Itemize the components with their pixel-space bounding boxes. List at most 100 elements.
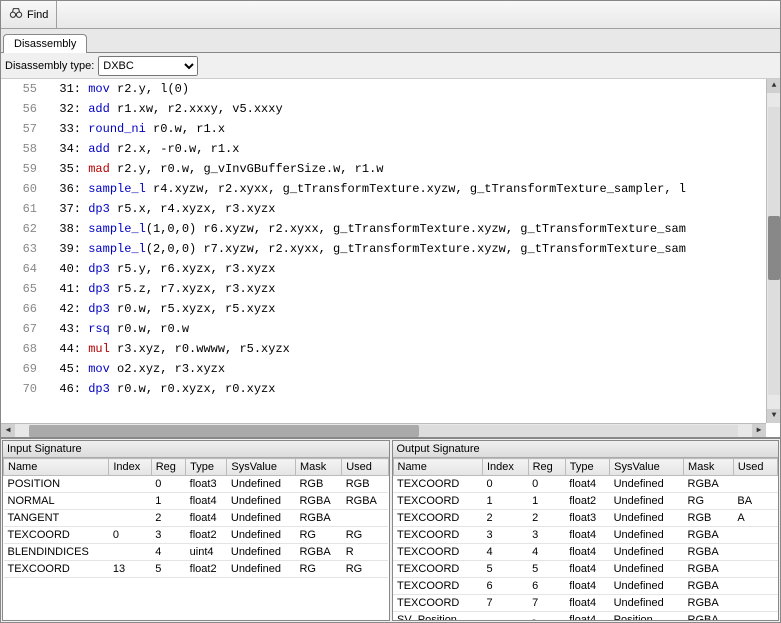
table-cell xyxy=(342,510,388,527)
scroll-down-icon[interactable]: ▼ xyxy=(767,409,780,423)
hscroll-thumb[interactable] xyxy=(29,425,419,437)
table-cell: float4 xyxy=(565,544,609,561)
column-header[interactable]: Mask xyxy=(295,459,341,476)
table-row[interactable]: TEXCOORD44float4UndefinedRGBA xyxy=(393,544,778,561)
column-header[interactable]: Reg xyxy=(151,459,185,476)
line-number: 59 xyxy=(1,159,45,179)
table-cell: RGBA xyxy=(684,527,734,544)
disassembly-type-select[interactable]: DXBC xyxy=(98,56,198,76)
table-cell xyxy=(109,544,151,561)
column-header[interactable]: SysValue xyxy=(610,459,684,476)
column-header[interactable]: Name xyxy=(393,459,482,476)
column-header[interactable]: Type xyxy=(186,459,227,476)
input-signature-table[interactable]: NameIndexRegTypeSysValueMaskUsedPOSITION… xyxy=(3,458,389,620)
code-text: 40: dp3 r5.y, r6.xyzx, r3.xyzx xyxy=(45,259,275,279)
line-number: 69 xyxy=(1,359,45,379)
vscroll-thumb[interactable] xyxy=(768,216,780,279)
code-line[interactable]: 56 32: add r1.xw, r2.xxxy, v5.xxxy xyxy=(1,99,766,119)
table-cell: RG xyxy=(295,561,341,578)
line-number: 60 xyxy=(1,179,45,199)
table-cell: TEXCOORD xyxy=(393,510,482,527)
table-row[interactable]: BLENDINDICES4uint4UndefinedRGBAR xyxy=(4,544,389,561)
code-line[interactable]: 59 35: mad r2.y, r0.w, g_vInvGBufferSize… xyxy=(1,159,766,179)
table-cell: 6 xyxy=(528,578,565,595)
table-cell: 2 xyxy=(528,510,565,527)
code-line[interactable]: 69 45: mov o2.xyz, r3.xyzx xyxy=(1,359,766,379)
horizontal-scrollbar[interactable]: ◀ ▶ xyxy=(1,423,766,437)
line-number: 63 xyxy=(1,239,45,259)
table-cell: Undefined xyxy=(610,544,684,561)
column-header[interactable]: Name xyxy=(4,459,109,476)
input-signature-header: Input Signature xyxy=(3,441,389,458)
column-header[interactable]: Used xyxy=(342,459,388,476)
scroll-up-icon[interactable]: ▲ xyxy=(767,79,780,93)
column-header[interactable]: Index xyxy=(482,459,528,476)
table-row[interactable]: SV_Position-float4PositionRGBA xyxy=(393,612,778,621)
table-row[interactable]: TEXCOORD03float2UndefinedRGRG xyxy=(4,527,389,544)
column-header[interactable]: Used xyxy=(733,459,777,476)
table-cell: float3 xyxy=(186,476,227,493)
table-row[interactable]: TEXCOORD77float4UndefinedRGBA xyxy=(393,595,778,612)
code-line[interactable]: 65 41: dp3 r5.z, r7.xyzx, r3.xyzx xyxy=(1,279,766,299)
column-header[interactable]: Reg xyxy=(528,459,565,476)
code-line[interactable]: 62 38: sample_l(1,0,0) r6.xyzw, r2.xyxx,… xyxy=(1,219,766,239)
code-text: 35: mad r2.y, r0.w, g_vInvGBufferSize.w,… xyxy=(45,159,383,179)
table-cell: A xyxy=(733,510,777,527)
table-row[interactable]: NORMAL1float4UndefinedRGBARGBA xyxy=(4,493,389,510)
table-cell: Undefined xyxy=(610,476,684,493)
code-line[interactable]: 66 42: dp3 r0.w, r5.xyzx, r5.xyzx xyxy=(1,299,766,319)
table-cell: RGBA xyxy=(295,493,341,510)
table-cell: 5 xyxy=(482,561,528,578)
table-cell: Undefined xyxy=(227,476,296,493)
column-header[interactable]: Index xyxy=(109,459,151,476)
column-header[interactable]: SysValue xyxy=(227,459,296,476)
table-cell: 5 xyxy=(151,561,185,578)
code-line[interactable]: 63 39: sample_l(2,0,0) r7.xyzw, r2.xyxx,… xyxy=(1,239,766,259)
table-cell: Undefined xyxy=(610,595,684,612)
table-row[interactable]: TEXCOORD22float3UndefinedRGBA xyxy=(393,510,778,527)
table-cell xyxy=(482,612,528,621)
code-line[interactable]: 61 37: dp3 r5.x, r4.xyzx, r3.xyzx xyxy=(1,199,766,219)
binoculars-icon xyxy=(9,6,23,23)
code-line[interactable]: 60 36: sample_l r4.xyzw, r2.xyxx, g_tTra… xyxy=(1,179,766,199)
table-cell xyxy=(109,510,151,527)
column-header[interactable]: Type xyxy=(565,459,609,476)
table-row[interactable]: TEXCOORD135float2UndefinedRGRG xyxy=(4,561,389,578)
code-line[interactable]: 68 44: mul r3.xyz, r0.wwww, r5.xyzx xyxy=(1,339,766,359)
code-line[interactable]: 57 33: round_ni r0.w, r1.x xyxy=(1,119,766,139)
table-cell: RG xyxy=(684,493,734,510)
code-content[interactable]: 55 31: mov r2.y, l(0)56 32: add r1.xw, r… xyxy=(1,79,766,423)
find-button[interactable]: Find xyxy=(1,1,57,28)
code-text: 32: add r1.xw, r2.xxxy, v5.xxxy xyxy=(45,99,283,119)
table-cell xyxy=(733,561,777,578)
column-header[interactable]: Mask xyxy=(684,459,734,476)
table-cell: 2 xyxy=(151,510,185,527)
table-row[interactable]: TANGENT2float4UndefinedRGBA xyxy=(4,510,389,527)
table-cell: RG xyxy=(295,527,341,544)
code-line[interactable]: 55 31: mov r2.y, l(0) xyxy=(1,79,766,99)
code-line[interactable]: 67 43: rsq r0.w, r0.w xyxy=(1,319,766,339)
code-line[interactable]: 58 34: add r2.x, -r0.w, r1.x xyxy=(1,139,766,159)
scroll-right-icon[interactable]: ▶ xyxy=(752,424,766,438)
vertical-scrollbar[interactable]: ▲ ▼ xyxy=(766,79,780,423)
code-text: 39: sample_l(2,0,0) r7.xyzw, r2.xyxx, g_… xyxy=(45,239,686,259)
table-row[interactable]: TEXCOORD11float2UndefinedRGBA xyxy=(393,493,778,510)
table-cell xyxy=(733,476,777,493)
table-cell xyxy=(733,527,777,544)
table-cell: 2 xyxy=(482,510,528,527)
table-cell: float4 xyxy=(186,510,227,527)
table-cell xyxy=(733,612,777,621)
tab-disassembly[interactable]: Disassembly xyxy=(3,34,87,53)
code-line[interactable]: 64 40: dp3 r5.y, r6.xyzx, r3.xyzx xyxy=(1,259,766,279)
output-signature-table[interactable]: NameIndexRegTypeSysValueMaskUsedTEXCOORD… xyxy=(393,458,779,620)
scroll-left-icon[interactable]: ◀ xyxy=(1,424,15,438)
table-row[interactable]: POSITION0float3UndefinedRGBRGB xyxy=(4,476,389,493)
table-row[interactable]: TEXCOORD66float4UndefinedRGBA xyxy=(393,578,778,595)
table-cell: RGBA xyxy=(684,544,734,561)
table-row[interactable]: TEXCOORD33float4UndefinedRGBA xyxy=(393,527,778,544)
table-cell: float4 xyxy=(565,561,609,578)
code-line[interactable]: 70 46: dp3 r0.w, r0.xyzx, r0.xyzx xyxy=(1,379,766,399)
code-area: 55 31: mov r2.y, l(0)56 32: add r1.xw, r… xyxy=(1,79,780,437)
table-row[interactable]: TEXCOORD55float4UndefinedRGBA xyxy=(393,561,778,578)
table-row[interactable]: TEXCOORD00float4UndefinedRGBA xyxy=(393,476,778,493)
